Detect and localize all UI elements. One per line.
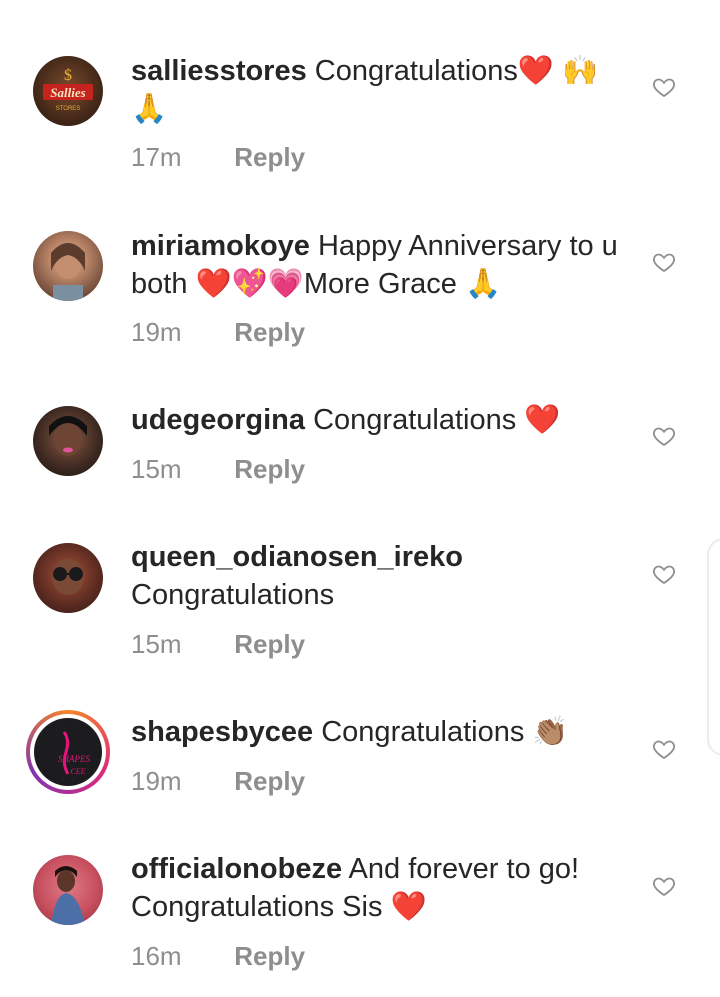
avatar[interactable] [33, 543, 103, 613]
comment-meta: 19m Reply [131, 317, 305, 348]
comment-text: officialonobeze And forever to go! Congr… [131, 850, 621, 926]
comment-meta: 17m Reply [131, 142, 305, 173]
comment-timestamp: 19m [131, 317, 182, 347]
shapes-logo-icon: SHAPES CEE [34, 718, 102, 786]
comment-username[interactable]: officialonobeze [131, 853, 342, 885]
user-photo [51, 866, 85, 925]
avatar[interactable] [33, 855, 103, 925]
comment-text: udegeorgina Congratulations ❤️ [131, 401, 621, 439]
comment-meta: 19m Reply [131, 766, 305, 797]
user-photo [49, 416, 87, 456]
comment-username[interactable]: queen_odianosen_ireko [131, 541, 463, 573]
avatar[interactable] [33, 406, 103, 476]
reply-button[interactable]: Reply [234, 629, 305, 659]
heart-outline-icon[interactable] [652, 424, 676, 448]
comment-username[interactable]: udegeorgina [131, 404, 305, 436]
scroll-handle[interactable] [707, 538, 720, 756]
reply-button[interactable]: Reply [234, 941, 305, 971]
avatar-story-ring[interactable]: SHAPES CEE [26, 710, 110, 794]
comment-body: Congratulations 👏🏽 [321, 716, 569, 748]
comment-timestamp: 15m [131, 629, 182, 659]
reply-button[interactable]: Reply [234, 317, 305, 347]
svg-text:STORES: STORES [56, 106, 81, 112]
user-photo [51, 243, 85, 301]
sallies-logo-icon: $ Sallies STORES [43, 67, 93, 112]
svg-text:CEE: CEE [70, 767, 85, 776]
comment-meta: 15m Reply [131, 629, 305, 660]
comment-username[interactable]: miriamokoye [131, 230, 310, 262]
avatar[interactable] [33, 231, 103, 301]
heart-outline-icon[interactable] [652, 250, 676, 274]
user-photo [52, 559, 84, 595]
comment-text: miriamokoye Happy Anniversary to u both … [131, 227, 621, 303]
heart-outline-icon[interactable] [652, 737, 676, 761]
comment-timestamp: 16m [131, 941, 182, 971]
comment-timestamp: 19m [131, 766, 182, 796]
comment-text: queen_odianosen_ireko Congratulations [131, 538, 621, 614]
avatar: SHAPES CEE [30, 714, 106, 790]
svg-text:$: $ [64, 67, 72, 84]
avatar[interactable]: $ Sallies STORES [33, 56, 103, 126]
comment-meta: 16m Reply [131, 941, 305, 972]
reply-button[interactable]: Reply [234, 142, 305, 172]
svg-text:Sallies: Sallies [50, 85, 85, 100]
comment-body: Congratulations [131, 579, 335, 611]
comment-username[interactable]: shapesbycee [131, 716, 313, 748]
reply-button[interactable]: Reply [234, 766, 305, 796]
comment-username[interactable]: salliesstores [131, 55, 307, 87]
comment-meta: 15m Reply [131, 454, 305, 485]
heart-outline-icon[interactable] [652, 874, 676, 898]
comment-timestamp: 17m [131, 142, 182, 172]
heart-outline-icon[interactable] [652, 562, 676, 586]
comment-text: salliesstores Congratulations❤️ 🙌🙏 [131, 52, 621, 128]
heart-outline-icon[interactable] [652, 75, 676, 99]
comment-text: shapesbycee Congratulations 👏🏽 [131, 713, 621, 751]
comment-body: Congratulations ❤️ [313, 404, 561, 436]
svg-text:SHAPES: SHAPES [58, 754, 90, 764]
reply-button[interactable]: Reply [234, 454, 305, 484]
comment-timestamp: 15m [131, 454, 182, 484]
